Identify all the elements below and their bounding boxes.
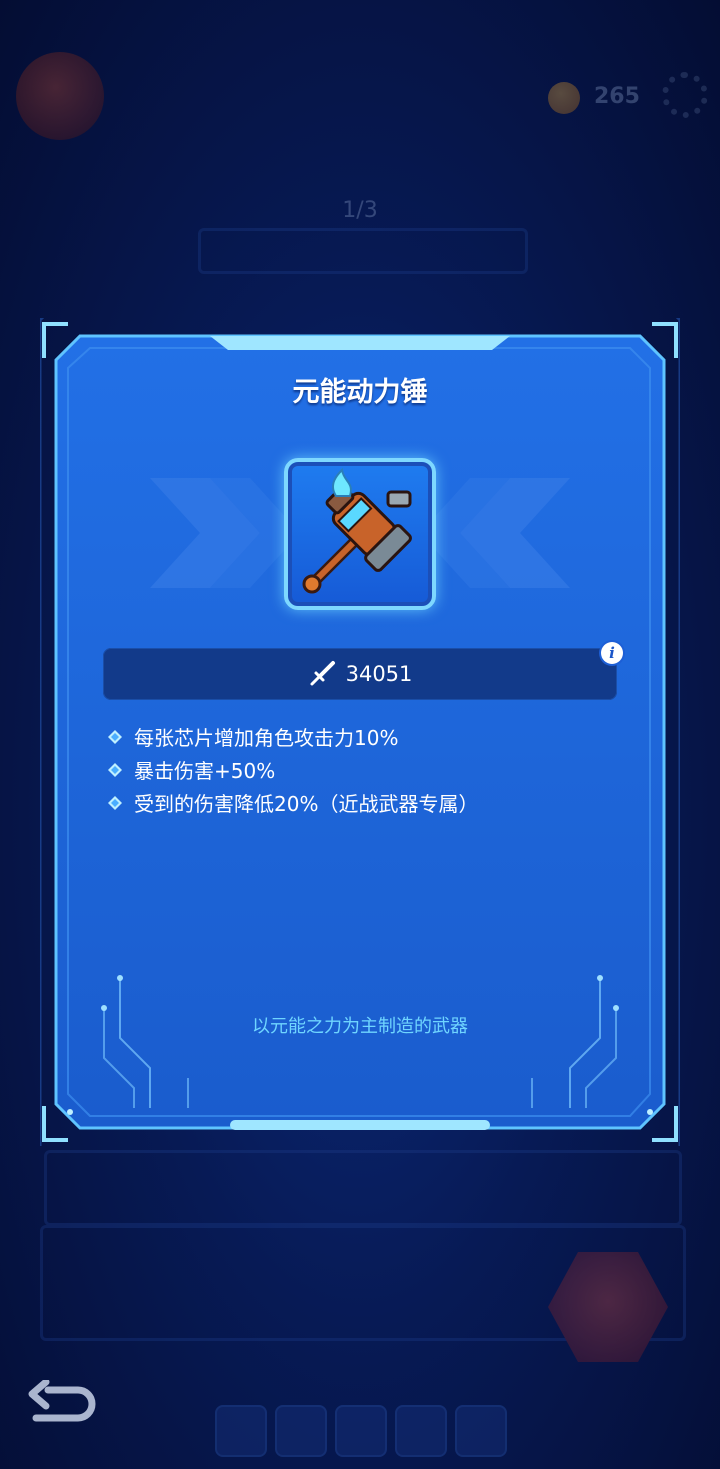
back-button[interactable] bbox=[26, 1378, 96, 1428]
effect-text: 暴击伤害+50% bbox=[134, 759, 276, 783]
power-value: 34051 bbox=[345, 662, 413, 686]
diamond-bullet-icon bbox=[108, 795, 122, 810]
background-bottom-icons bbox=[215, 1405, 507, 1465]
list-item: 受到的伤害降低20%（近战武器专属） bbox=[108, 786, 628, 819]
coin-count: 265 bbox=[594, 84, 640, 109]
sword-icon bbox=[310, 661, 335, 686]
list-item: 每张芯片增加角色攻击力10% bbox=[108, 720, 628, 753]
background-bottom-icon bbox=[455, 1405, 507, 1457]
coin-icon bbox=[548, 82, 580, 114]
player-avatar bbox=[16, 52, 104, 140]
flavor-text: 以元能之力为主制造的武器 bbox=[252, 1016, 468, 1037]
background-bottom-icon bbox=[275, 1405, 327, 1457]
diamond-bullet-icon bbox=[108, 762, 122, 777]
energy-hammer-icon bbox=[302, 467, 412, 594]
item-detail-dialog: 元能动力锤 34051 i 每张芯片增加角色攻击力10% 暴击伤害+50% 受到… bbox=[40, 318, 680, 1146]
background-bottom-icon bbox=[395, 1405, 447, 1457]
effect-text: 每张芯片增加角色攻击力10% bbox=[134, 726, 399, 750]
background-frame bbox=[198, 228, 528, 274]
back-arrow-icon bbox=[28, 1378, 96, 1422]
item-icon-slot bbox=[284, 458, 436, 610]
power-bar: 34051 bbox=[103, 648, 617, 700]
effect-text: 受到的伤害降低20%（近战武器专属） bbox=[134, 792, 479, 816]
page-indicator: 1/3 bbox=[342, 198, 378, 223]
settings-gear-icon bbox=[662, 72, 708, 118]
game-screen: 265 1/3 元能动力锤 34051 i 每张芯片增加角色攻击力10% 暴击伤… bbox=[0, 0, 720, 1469]
info-icon[interactable]: i bbox=[601, 642, 623, 664]
diamond-bullet-icon bbox=[108, 729, 122, 744]
background-frame bbox=[44, 1150, 682, 1226]
item-title: 元能动力锤 bbox=[292, 377, 428, 408]
background-bottom-icon bbox=[335, 1405, 387, 1457]
list-item: 暴击伤害+50% bbox=[108, 753, 628, 786]
background-bottom-icon bbox=[215, 1405, 267, 1457]
power-content: 34051 bbox=[103, 648, 617, 700]
effects-list: 每张芯片增加角色攻击力10% 暴击伤害+50% 受到的伤害降低20%（近战武器专… bbox=[108, 720, 628, 819]
